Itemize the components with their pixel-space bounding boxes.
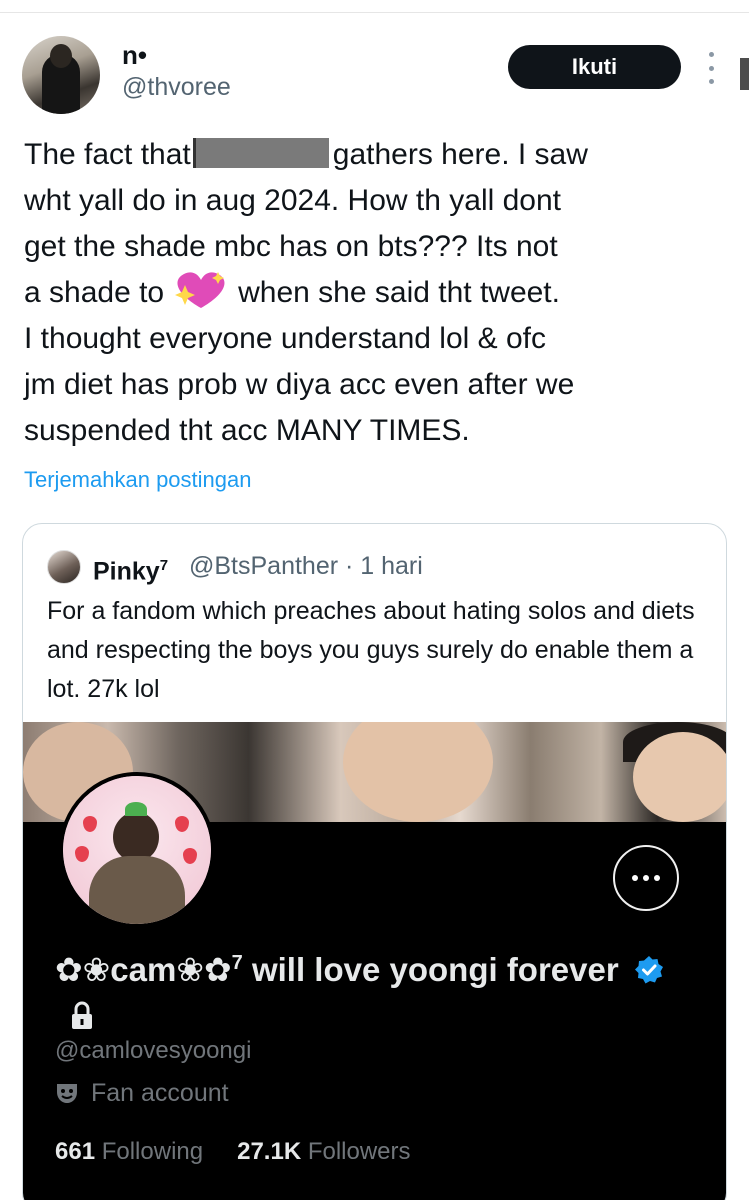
quote-author-name: Pinky7 <box>93 557 169 586</box>
followers-label: Followers <box>307 1138 411 1165</box>
profile-more-button[interactable] <box>613 845 679 911</box>
quote-image[interactable]: ✿❀cam❀✿7 will love yoongi forever @camlo… <box>23 722 726 1200</box>
profile-name: ✿❀cam❀✿7 will love yoongi forever <box>55 940 695 1039</box>
author-display-name[interactable]: n• <box>122 40 147 70</box>
top-divider <box>0 12 749 13</box>
follow-button[interactable]: Ikuti <box>508 45 681 89</box>
profile-category-label: Fan account <box>91 1079 229 1107</box>
post-text-line: a shade to <box>24 276 165 309</box>
verified-badge-icon <box>634 956 663 984</box>
sparkling-heart-icon <box>175 272 225 308</box>
translate-post-link[interactable]: Terjemahkan postingan <box>24 465 251 495</box>
post-text-line: gathers here. I saw <box>332 138 588 171</box>
profile-handle: @camlovesyoongi <box>55 1037 252 1064</box>
quoted-post-card[interactable]: Pinky7 @BtsPanther · 1 hari For a fandom… <box>22 523 727 1200</box>
post-text-line: suspended tht acc MANY TIMES. <box>24 414 470 447</box>
quote-author-avatar <box>47 550 81 584</box>
quote-text: For a fandom which preaches about hating… <box>47 597 695 703</box>
scrollbar[interactable] <box>740 58 749 90</box>
post-text-line: jm diet has prob w diya acc even after w… <box>24 368 575 401</box>
profile-category: Fan account <box>55 1078 229 1108</box>
author-avatar[interactable] <box>22 36 100 114</box>
redaction-box <box>192 138 329 168</box>
profile-stats: 661 Following 27.1K Followers <box>55 1137 411 1167</box>
post-text-line: when she said tht tweet. <box>238 276 560 309</box>
post-text-line: The fact that <box>24 138 191 171</box>
theater-mask-icon <box>57 1084 77 1103</box>
followers-count: 27.1K <box>237 1138 302 1165</box>
post-text-line: wht yall do in aug 2024. How th yall don… <box>24 184 561 217</box>
profile-avatar <box>59 772 215 928</box>
quote-author-handle-time: @BtsPanther · 1 hari <box>189 552 423 580</box>
post-text-line: get the shade mbc has on bts??? Its not <box>24 230 558 263</box>
post-text: The fact that gathers here. I saw wht yal… <box>24 132 724 454</box>
author-handle[interactable]: @thvoree <box>122 72 231 102</box>
following-label: Following <box>101 1138 204 1165</box>
protected-lock-icon <box>72 1001 92 1029</box>
more-options-icon[interactable] <box>702 52 720 84</box>
following-count: 661 <box>55 1138 96 1165</box>
post-text-line: I thought everyone understand lol & ofc <box>24 322 547 355</box>
